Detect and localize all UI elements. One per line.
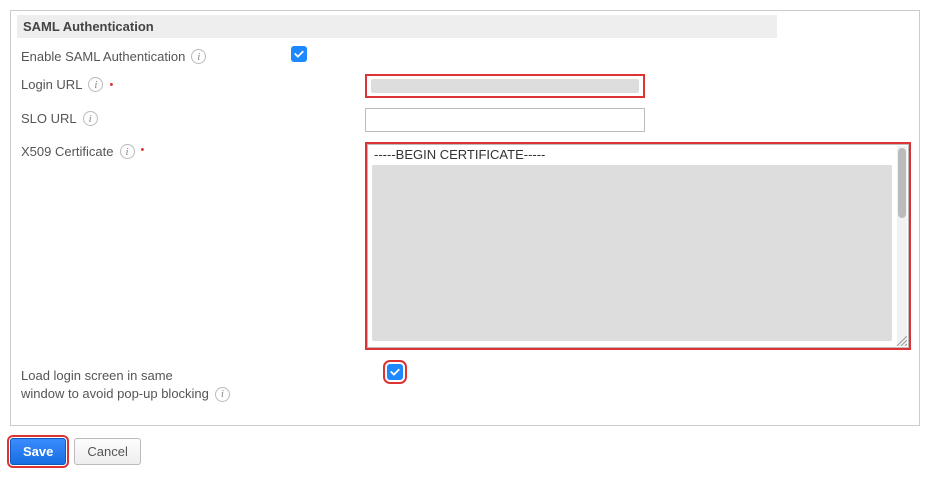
same-window-label-line2: window to avoid pop-up blocking (21, 385, 209, 403)
save-button[interactable]: Save (10, 438, 66, 465)
textarea-scrollbar[interactable] (897, 146, 907, 346)
section-title: SAML Authentication (17, 15, 777, 38)
cancel-button[interactable]: Cancel (74, 438, 140, 465)
info-icon[interactable]: i (83, 111, 98, 126)
enable-saml-checkbox[interactable] (291, 46, 307, 62)
same-window-label: Load login screen in same window to avoi… (21, 367, 230, 403)
x509-textarea-highlight: -----BEGIN CERTIFICATE----- (365, 142, 911, 350)
scrollbar-thumb[interactable] (898, 148, 906, 218)
redacted-content (371, 79, 639, 93)
same-window-checkbox[interactable] (387, 364, 403, 380)
enable-saml-label: Enable SAML Authentication (21, 49, 185, 64)
info-icon[interactable]: i (215, 387, 230, 402)
textarea-resize-handle[interactable] (895, 334, 907, 346)
row-same-window: Load login screen in same window to avoi… (17, 364, 913, 403)
row-login-url: Login URL i • (17, 74, 913, 98)
required-indicator: • (109, 79, 113, 91)
saml-config-panel: SAML Authentication Enable SAML Authenti… (10, 10, 920, 426)
login-url-label: Login URL (21, 77, 82, 92)
info-icon[interactable]: i (191, 49, 206, 64)
row-enable-saml: Enable SAML Authentication i (17, 46, 913, 64)
info-icon[interactable]: i (120, 144, 135, 159)
slo-url-label: SLO URL (21, 111, 77, 126)
slo-url-input[interactable] (365, 108, 645, 132)
redacted-content (372, 165, 892, 341)
button-bar: Save Cancel (10, 438, 923, 465)
row-x509-cert: X509 Certificate i • -----BEGIN CERTIFIC… (17, 142, 913, 350)
x509-textarea[interactable]: -----BEGIN CERTIFICATE----- (367, 144, 909, 348)
required-indicator: • (141, 144, 145, 156)
same-window-label-line1: Load login screen in same (21, 368, 173, 383)
info-icon[interactable]: i (88, 77, 103, 92)
x509-label: X509 Certificate (21, 144, 114, 159)
login-url-input[interactable] (365, 74, 645, 98)
row-slo-url: SLO URL i (17, 108, 913, 132)
x509-first-line: -----BEGIN CERTIFICATE----- (374, 147, 894, 162)
